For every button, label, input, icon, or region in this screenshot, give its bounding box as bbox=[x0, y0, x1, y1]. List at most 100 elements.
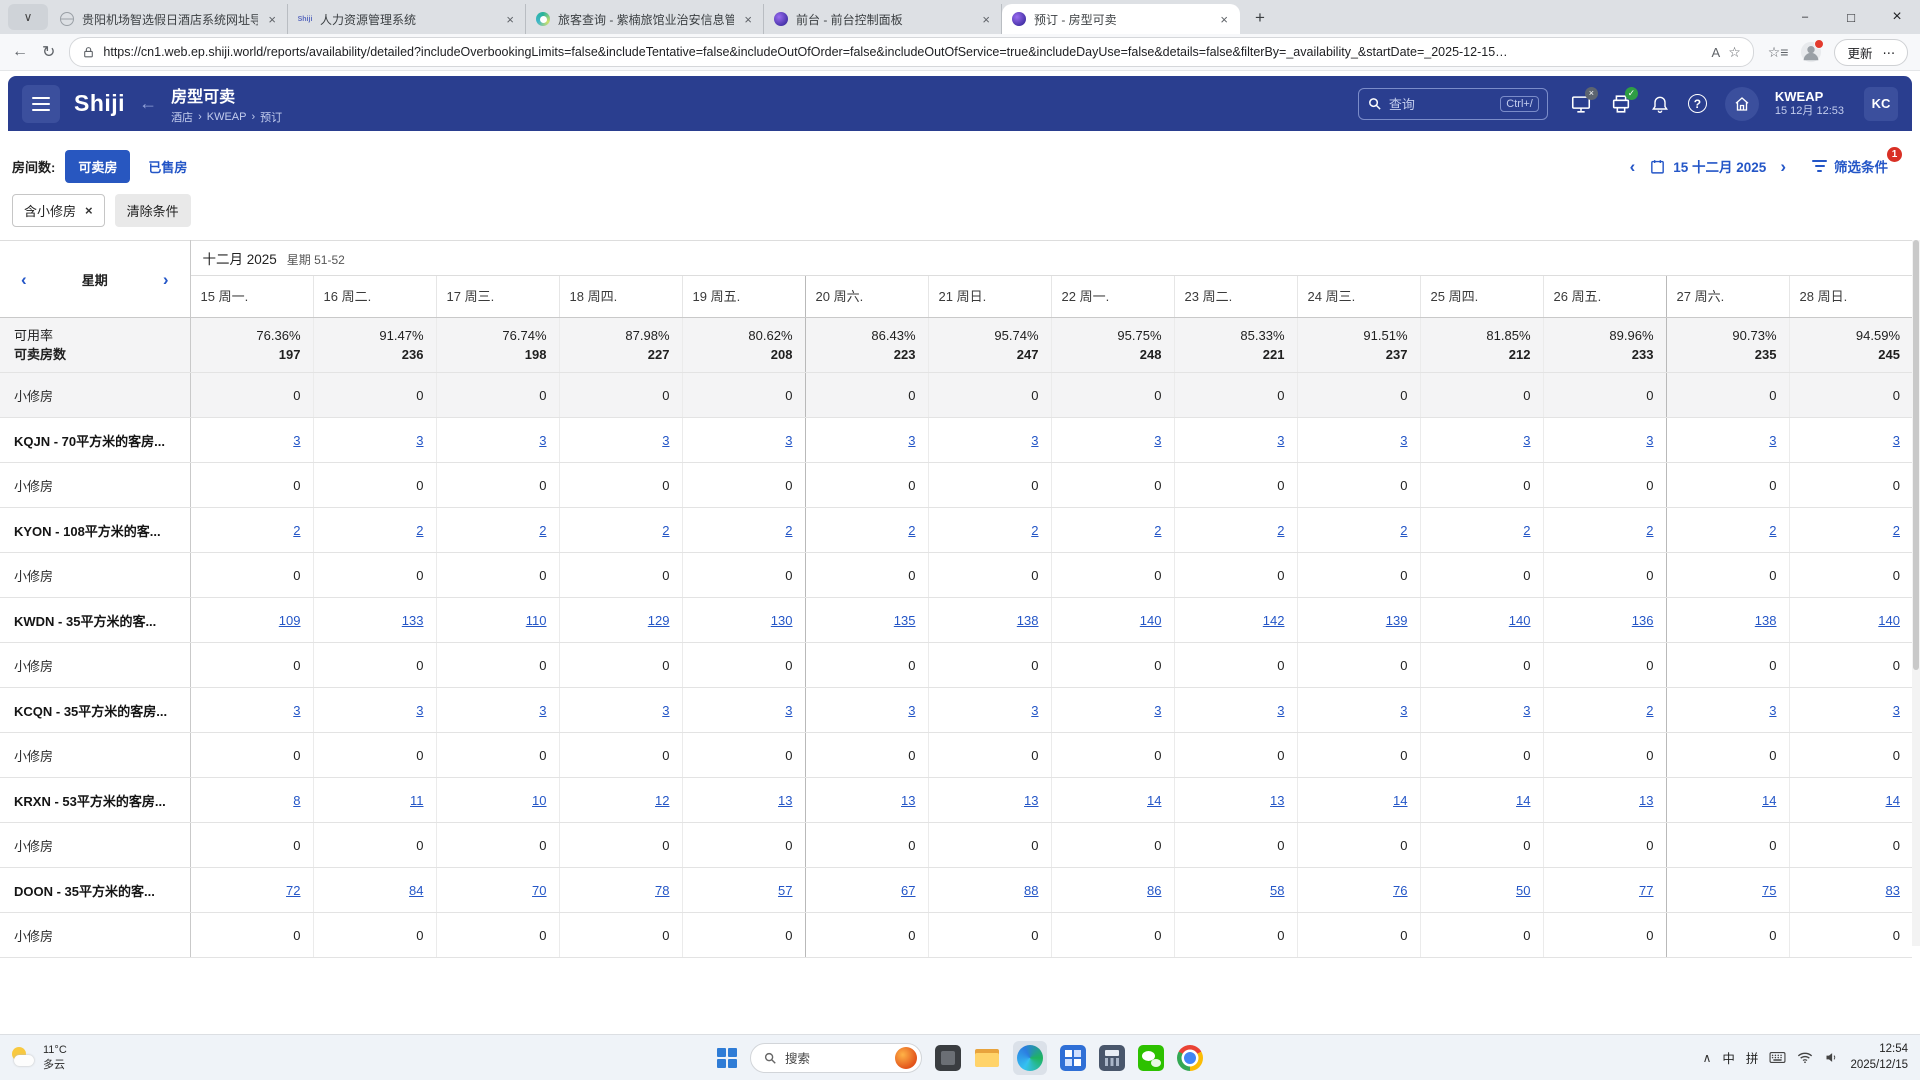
availability-link[interactable]: 142 bbox=[1263, 613, 1285, 628]
minimize-icon[interactable]: – bbox=[1782, 0, 1828, 34]
availability-link[interactable]: 3 bbox=[908, 703, 915, 718]
windows-start-icon[interactable] bbox=[717, 1048, 737, 1068]
availability-link[interactable]: 3 bbox=[785, 703, 792, 718]
favorite-star-icon[interactable]: ☆ bbox=[1728, 44, 1741, 61]
availability-link[interactable]: 140 bbox=[1509, 613, 1531, 628]
availability-link[interactable]: 133 bbox=[402, 613, 424, 628]
chrome-icon[interactable] bbox=[1177, 1045, 1203, 1071]
availability-link[interactable]: 3 bbox=[1893, 703, 1900, 718]
availability-link[interactable]: 2 bbox=[1277, 523, 1284, 538]
availability-link[interactable]: 14 bbox=[1516, 793, 1530, 808]
availability-link[interactable]: 77 bbox=[1639, 883, 1653, 898]
next-week-icon[interactable]: › bbox=[163, 271, 169, 288]
refresh-icon[interactable]: ↻ bbox=[42, 42, 55, 62]
availability-link[interactable]: 3 bbox=[1893, 433, 1900, 448]
close-icon[interactable]: × bbox=[1874, 0, 1920, 34]
wechat-icon[interactable] bbox=[1138, 1045, 1164, 1071]
calculator-app-icon[interactable] bbox=[1099, 1045, 1125, 1071]
availability-link[interactable]: 84 bbox=[409, 883, 423, 898]
menu-dots-icon[interactable]: ⋯ bbox=[1883, 45, 1896, 60]
availability-link[interactable]: 13 bbox=[901, 793, 915, 808]
help-icon[interactable]: ? bbox=[1688, 94, 1707, 113]
availability-link[interactable]: 57 bbox=[778, 883, 792, 898]
taskbar-clock[interactable]: 12:54 2025/12/15 bbox=[1850, 1042, 1908, 1073]
app-icon-dark[interactable] bbox=[935, 1045, 961, 1071]
availability-link[interactable]: 3 bbox=[1154, 433, 1161, 448]
browser-update-button[interactable]: 更新 ⋯ bbox=[1834, 39, 1908, 66]
availability-link[interactable]: 67 bbox=[901, 883, 915, 898]
availability-link[interactable]: 14 bbox=[1147, 793, 1161, 808]
tab-close-icon[interactable]: × bbox=[504, 12, 516, 27]
tray-expand-icon[interactable]: ∧ bbox=[1703, 1051, 1712, 1065]
availability-link[interactable]: 14 bbox=[1762, 793, 1776, 808]
notifications-bell-icon[interactable] bbox=[1650, 94, 1670, 114]
availability-link[interactable]: 3 bbox=[293, 433, 300, 448]
availability-link[interactable]: 76 bbox=[1393, 883, 1407, 898]
availability-link[interactable]: 109 bbox=[279, 613, 301, 628]
availability-link[interactable]: 3 bbox=[293, 703, 300, 718]
page-back-icon[interactable]: ← bbox=[139, 93, 157, 114]
availability-link[interactable]: 2 bbox=[1400, 523, 1407, 538]
cashier-icon[interactable]: ✓ bbox=[1610, 93, 1632, 115]
availability-link[interactable]: 3 bbox=[1400, 703, 1407, 718]
favorites-bar-icon[interactable]: ☆≡ bbox=[1768, 44, 1789, 61]
availability-link[interactable]: 3 bbox=[1277, 703, 1284, 718]
availability-link[interactable]: 86 bbox=[1147, 883, 1161, 898]
availability-link[interactable]: 83 bbox=[1886, 883, 1900, 898]
availability-link[interactable]: 2 bbox=[1646, 703, 1653, 718]
availability-link[interactable]: 3 bbox=[662, 703, 669, 718]
availability-link[interactable]: 3 bbox=[1646, 433, 1653, 448]
new-tab-button[interactable]: + bbox=[1246, 4, 1274, 32]
availability-link[interactable]: 13 bbox=[1639, 793, 1653, 808]
availability-link[interactable]: 2 bbox=[416, 523, 423, 538]
availability-link[interactable]: 140 bbox=[1878, 613, 1900, 628]
availability-link[interactable]: 3 bbox=[1523, 433, 1530, 448]
availability-link[interactable]: 3 bbox=[1400, 433, 1407, 448]
availability-link[interactable]: 3 bbox=[1277, 433, 1284, 448]
availability-link[interactable]: 70 bbox=[532, 883, 546, 898]
shiji-logo[interactable]: Shiji bbox=[74, 90, 125, 117]
availability-link[interactable]: 3 bbox=[539, 433, 546, 448]
availability-link[interactable]: 75 bbox=[1762, 883, 1776, 898]
tab-search-caret-icon[interactable]: ∨ bbox=[8, 4, 48, 30]
availability-link[interactable]: 14 bbox=[1393, 793, 1407, 808]
next-day-icon[interactable]: › bbox=[1780, 158, 1786, 175]
availability-link[interactable]: 2 bbox=[1769, 523, 1776, 538]
availability-link[interactable]: 13 bbox=[1270, 793, 1284, 808]
availability-link[interactable]: 12 bbox=[655, 793, 669, 808]
browser-tab[interactable]: 旅客查询 - 紫楠旅馆业治安信息管× bbox=[526, 4, 764, 34]
availability-link[interactable]: 88 bbox=[1024, 883, 1038, 898]
availability-link[interactable]: 3 bbox=[785, 433, 792, 448]
workstation-icon[interactable]: × bbox=[1570, 93, 1592, 115]
breadcrumb-booking[interactable]: 预订 bbox=[260, 109, 282, 125]
availability-link[interactable]: 50 bbox=[1516, 883, 1530, 898]
availability-link[interactable]: 3 bbox=[1769, 703, 1776, 718]
availability-link[interactable]: 135 bbox=[894, 613, 916, 628]
availability-link[interactable]: 72 bbox=[286, 883, 300, 898]
maximize-icon[interactable]: □ bbox=[1828, 0, 1874, 34]
availability-link[interactable]: 3 bbox=[908, 433, 915, 448]
availability-link[interactable]: 3 bbox=[1769, 433, 1776, 448]
taskbar-search-box[interactable]: 搜索 bbox=[750, 1043, 922, 1073]
address-bar[interactable]: https://cn1.web.ep.shiji.world/reports/a… bbox=[69, 37, 1753, 67]
sellable-rooms-toggle[interactable]: 可卖房 bbox=[65, 150, 130, 183]
vertical-scrollbar[interactable] bbox=[1912, 240, 1920, 946]
tab-close-icon[interactable]: × bbox=[742, 12, 754, 27]
clear-filters-button[interactable]: 清除条件 bbox=[115, 194, 191, 227]
tab-close-icon[interactable]: × bbox=[1218, 12, 1230, 27]
property-block[interactable]: KWEAP 15 12月 12:53 bbox=[1775, 89, 1844, 119]
availability-link[interactable]: 3 bbox=[416, 433, 423, 448]
availability-link[interactable]: 78 bbox=[655, 883, 669, 898]
availability-link[interactable]: 13 bbox=[1024, 793, 1038, 808]
global-search-input[interactable]: 查询 Ctrl+/ bbox=[1358, 88, 1548, 120]
availability-link[interactable]: 8 bbox=[293, 793, 300, 808]
ime-pinyin-indicator[interactable]: 拼 bbox=[1746, 1048, 1759, 1067]
browser-profile-avatar[interactable] bbox=[1800, 41, 1822, 63]
home-icon[interactable] bbox=[1725, 87, 1759, 121]
filter-chip-minor-repair[interactable]: 含小修房 × bbox=[12, 194, 105, 227]
file-explorer-icon[interactable] bbox=[974, 1045, 1000, 1071]
tab-close-icon[interactable]: × bbox=[980, 12, 992, 27]
availability-link[interactable]: 3 bbox=[416, 703, 423, 718]
edge-browser-icon[interactable] bbox=[1013, 1041, 1047, 1075]
availability-link[interactable]: 2 bbox=[785, 523, 792, 538]
